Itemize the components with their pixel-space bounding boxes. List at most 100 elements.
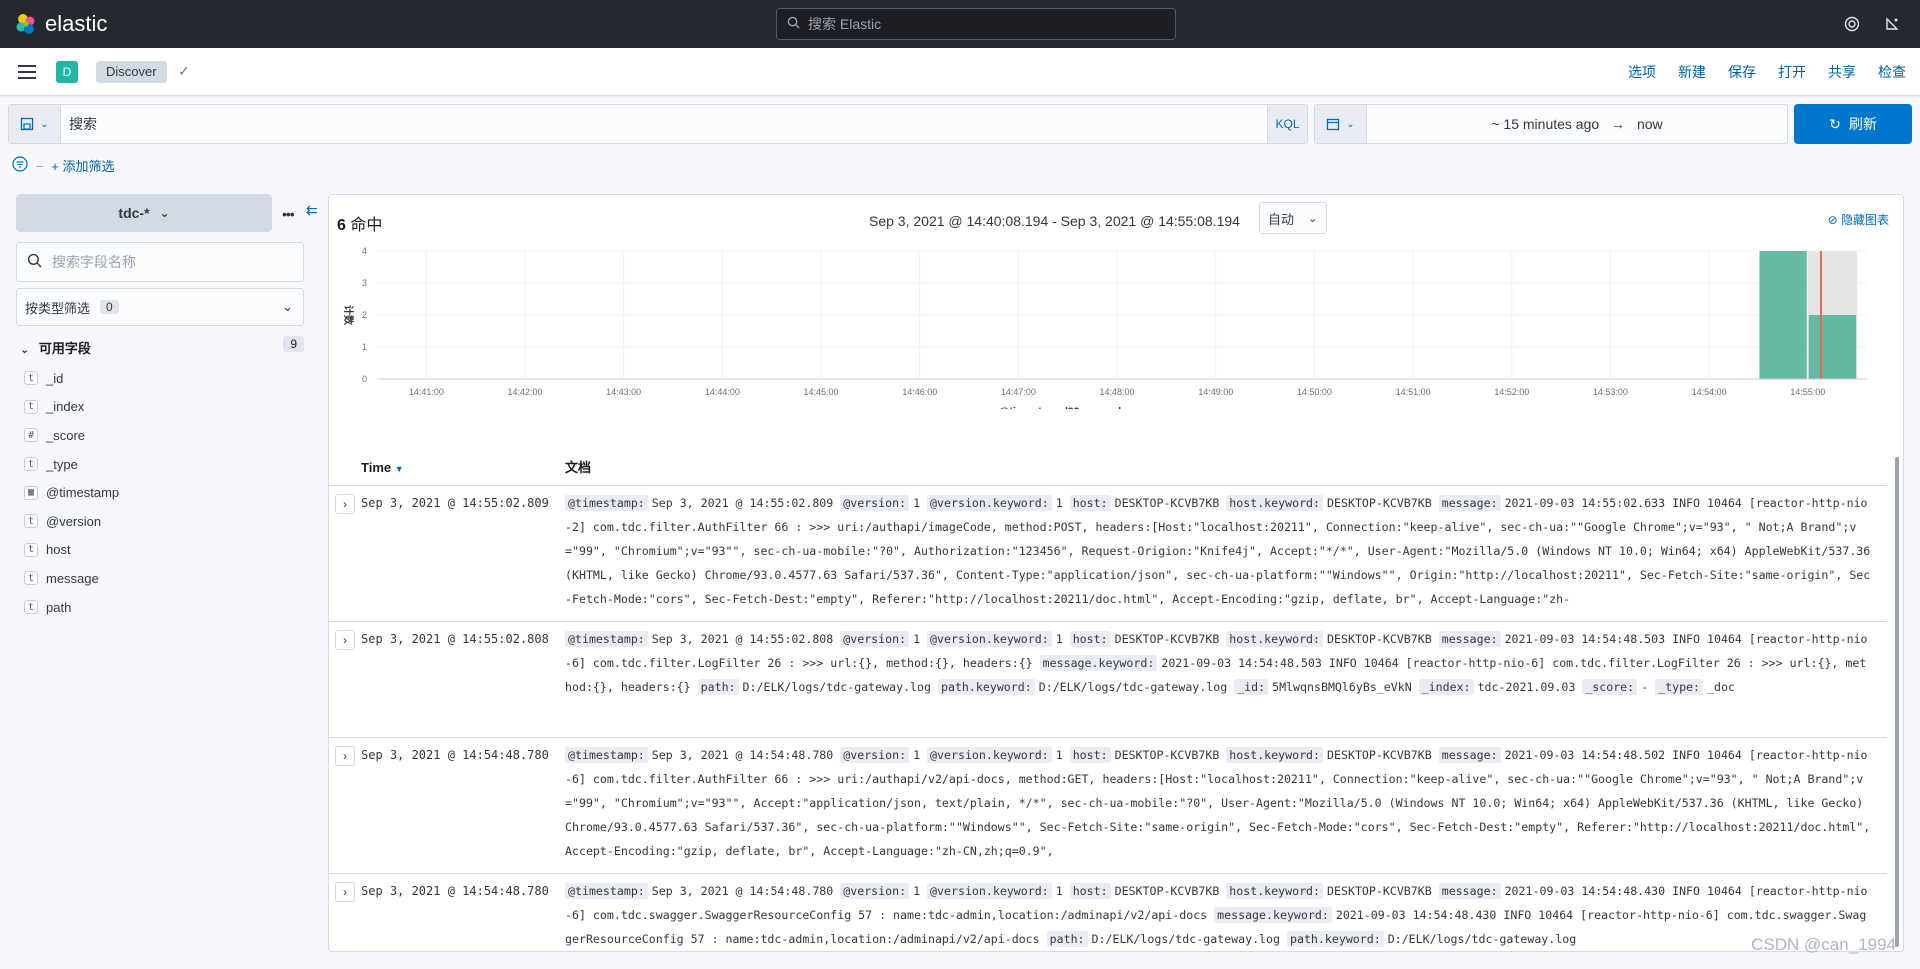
field-key: message:	[1438, 631, 1501, 647]
table-row[interactable]: › Sep 3, 2021 @ 14:55:02.808 @timestamp:…	[329, 621, 1887, 737]
table-row[interactable]: › Sep 3, 2021 @ 14:55:02.809 @timestamp:…	[329, 485, 1887, 621]
expand-row-icon[interactable]: ›	[335, 882, 355, 902]
row-time: Sep 3, 2021 @ 14:54:48.780	[361, 884, 549, 898]
available-fields-header[interactable]: ⌄ 可用字段 9	[20, 336, 304, 357]
field-name: _score	[46, 427, 86, 443]
y-tick-label: 1	[362, 342, 367, 352]
index-pattern-selector[interactable]: tdc-* ⌄	[16, 194, 272, 232]
field-key: @version.keyword:	[927, 631, 1052, 647]
breadcrumb-discover[interactable]: Discover	[96, 61, 167, 83]
field-search-input[interactable]: 搜索字段名称	[16, 242, 304, 282]
hits-count: 6	[337, 217, 346, 234]
column-header-time[interactable]: Time ▼	[361, 451, 404, 485]
refresh-label: 刷新	[1848, 116, 1877, 132]
kql-toggle-button[interactable]: KQL	[1267, 105, 1307, 143]
quick-date-button[interactable]: ⌄	[1315, 105, 1367, 143]
x-tick-label: 14:49:00	[1198, 387, 1233, 397]
field-key: _score:	[1582, 679, 1638, 695]
menu-share[interactable]: 共享	[1828, 62, 1856, 82]
sort-down-icon[interactable]: ▼	[395, 464, 404, 474]
newsfeed-icon[interactable]	[1882, 14, 1902, 34]
field-value: 1	[913, 884, 928, 898]
expand-row-icon[interactable]: ›	[335, 494, 355, 514]
menu-options[interactable]: 选项	[1628, 62, 1656, 82]
field-name: @version	[46, 513, 102, 529]
field-value: DESKTOP-KCVB7KB	[1327, 884, 1439, 898]
y-tick-label: 4	[362, 246, 367, 256]
space-avatar[interactable]: D	[56, 61, 78, 83]
histogram-bar	[1808, 315, 1857, 379]
table-row[interactable]: › Sep 3, 2021 @ 14:54:48.780 @timestamp:…	[329, 737, 1887, 873]
help-icon[interactable]	[1842, 14, 1862, 34]
date-start[interactable]: ~ 15 minutes ago	[1491, 116, 1599, 132]
y-tick-label: 3	[362, 278, 367, 288]
menu-open[interactable]: 打开	[1778, 62, 1806, 82]
search-icon	[787, 16, 800, 32]
field-key: @version.keyword:	[927, 495, 1052, 511]
menu-new[interactable]: 新建	[1678, 62, 1706, 82]
field-value: 1	[1055, 496, 1070, 510]
field-value: DESKTOP-KCVB7KB	[1327, 632, 1439, 646]
index-pattern-label: tdc-*	[118, 205, 150, 221]
histogram-chart: 0 1 2 3 4 14:41:00 14:42:00 14:43:00 14:44:00 14:…	[342, 246, 1867, 409]
string-type-icon: t	[24, 371, 38, 386]
x-tick-label: 14:51:00	[1396, 387, 1431, 397]
eye-closed-icon: ⊘	[1827, 213, 1838, 227]
filter-icon[interactable]	[12, 156, 28, 175]
table-row[interactable]: › Sep 3, 2021 @ 14:54:48.780 @timestamp:…	[329, 873, 1887, 951]
field-item[interactable]: t _type	[24, 450, 119, 479]
field-item[interactable]: t host	[24, 536, 119, 565]
x-tick-label: 14:42:00	[507, 387, 542, 397]
date-range-display[interactable]: ~ 15 minutes ago → now	[1367, 116, 1787, 132]
global-search-input[interactable]: 搜索 Elastic	[776, 8, 1176, 40]
hits-label: 命中	[350, 217, 383, 234]
field-value: Sep 3, 2021 @ 14:55:02.809	[651, 496, 841, 510]
field-value: 1	[1055, 632, 1070, 646]
refresh-button[interactable]: ↻ 刷新	[1794, 104, 1912, 144]
field-item[interactable]: ▦ @timestamp	[24, 478, 119, 507]
field-key: @version:	[840, 495, 910, 511]
elastic-logo[interactable]: elastic	[14, 11, 107, 37]
hide-chart-button[interactable]: ⊘ 隐藏图表	[1828, 211, 1889, 228]
field-key: host.keyword:	[1226, 495, 1324, 511]
search-icon	[27, 253, 42, 271]
field-item[interactable]: # _score	[24, 421, 119, 450]
arrow-right-icon: →	[1611, 116, 1626, 132]
field-item[interactable]: t path	[24, 593, 119, 622]
menu-save[interactable]: 保存	[1728, 62, 1756, 82]
saved-query-button[interactable]: ⌄	[9, 105, 61, 143]
query-search-input[interactable]: 搜索	[61, 114, 1267, 134]
field-value: tdc-2021.09.03	[1477, 680, 1583, 694]
field-key: @timestamp:	[565, 631, 648, 647]
field-key: host:	[1069, 495, 1111, 511]
field-item[interactable]: t _id	[24, 364, 119, 393]
expand-row-icon[interactable]: ›	[335, 746, 355, 766]
field-key: message.keyword:	[1214, 907, 1332, 923]
field-item[interactable]: t @version	[24, 507, 119, 536]
expand-row-icon[interactable]: ›	[335, 630, 355, 650]
field-item[interactable]: t _index	[24, 393, 119, 422]
hide-chart-label: 隐藏图表	[1840, 213, 1889, 227]
field-key: @timestamp:	[565, 747, 648, 763]
date-end[interactable]: now	[1637, 116, 1663, 132]
field-key: @timestamp:	[565, 883, 648, 899]
menu-inspect[interactable]: 检查	[1878, 62, 1906, 82]
table-scrollbar[interactable]	[1895, 457, 1899, 947]
x-tick-label: 14:44:00	[705, 387, 740, 397]
hamburger-menu-icon[interactable]	[18, 65, 36, 83]
field-key: path:	[697, 679, 739, 695]
app-menu-bar: D Discover ✓ 选项 新建 保存 打开 共享 检查	[0, 48, 1920, 96]
field-key: path:	[1046, 931, 1088, 947]
field-item[interactable]: t message	[24, 564, 119, 593]
filter-separator: –	[36, 158, 44, 173]
collapse-sidebar-icon[interactable]: ⇇	[306, 202, 318, 219]
interval-select[interactable]: 自动 ⌄	[1259, 202, 1327, 234]
filter-by-type-button[interactable]: 按类型筛选 0 ⌄	[16, 288, 304, 326]
field-value: 1	[1055, 748, 1070, 762]
more-options-icon[interactable]: •••	[282, 206, 295, 222]
chevron-down-icon: ⌄	[1308, 212, 1318, 225]
field-key: path.keyword:	[1286, 931, 1384, 947]
field-key: @version:	[840, 883, 910, 899]
field-key: message.keyword:	[1039, 655, 1158, 671]
add-filter-button[interactable]: + 添加筛选	[51, 156, 114, 175]
